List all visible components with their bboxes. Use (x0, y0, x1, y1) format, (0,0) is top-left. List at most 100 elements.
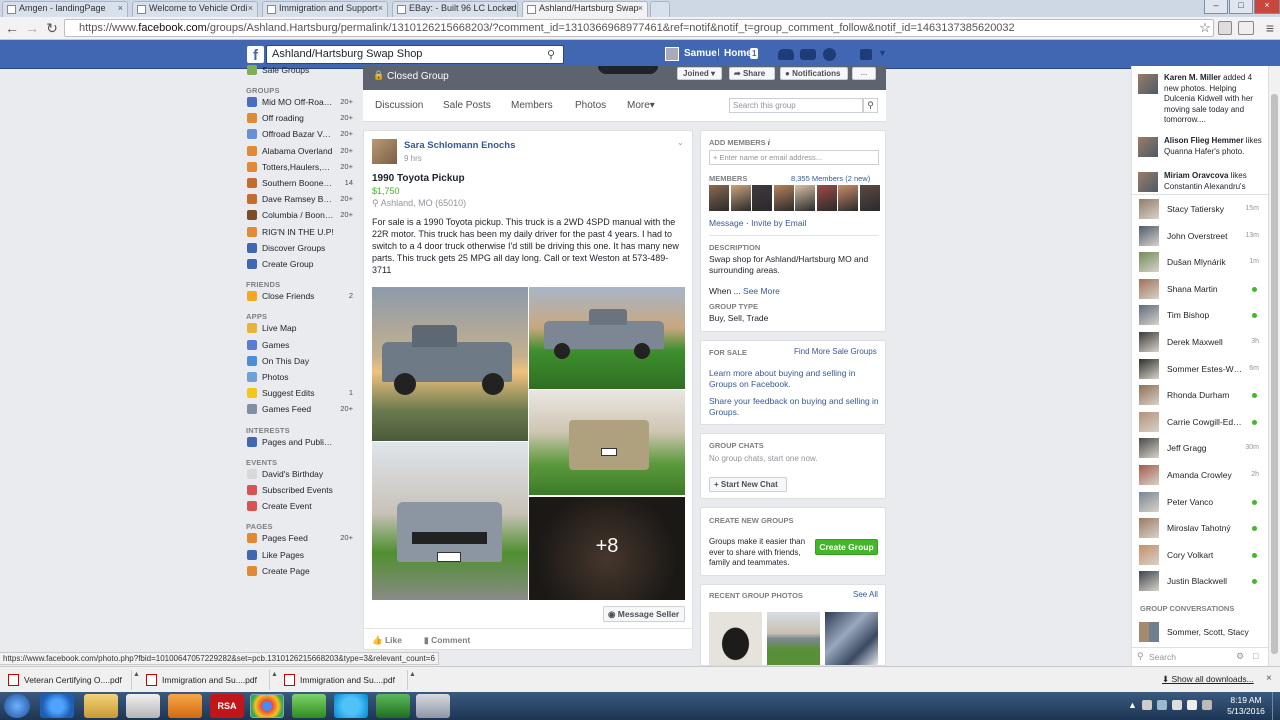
member-avatar[interactable] (838, 185, 858, 211)
left-nav-item[interactable]: David's Birthday (245, 468, 353, 482)
left-nav-item[interactable]: On This Day (245, 355, 353, 369)
left-nav-item[interactable]: Offroad Bazar Veci... 20+ (245, 128, 353, 142)
reload-button[interactable]: ↻ (44, 20, 60, 36)
chat-contact[interactable]: Jeff Gragg 30m (1139, 438, 1267, 460)
chat-contact[interactable]: Miroslav Tahotný (1139, 518, 1267, 540)
post-author-link[interactable]: Sara Schlomann Enochs (404, 140, 515, 151)
maximize-window-button[interactable]: □ (1229, 0, 1253, 14)
member-avatar[interactable] (859, 185, 880, 211)
clock-date[interactable]: 5/13/2016 (1224, 706, 1268, 716)
chat-contact[interactable]: Stacy Tatiersky 15m (1139, 199, 1267, 221)
back-button[interactable]: ← (4, 20, 20, 36)
left-nav-item[interactable]: Pages Feed 20+ (245, 532, 353, 546)
chat-contact[interactable]: John Overstreet 13m (1139, 225, 1267, 248)
info-icon[interactable]: i (768, 138, 770, 147)
member-avatar[interactable] (773, 185, 794, 211)
chat-contact[interactable]: Peter Vanco (1139, 491, 1267, 514)
chat-contact[interactable]: Rhonda Durham (1139, 385, 1267, 407)
facebook-search-input[interactable]: Ashland/Hartsburg Swap Shop ⚲ (266, 45, 564, 64)
chat-contact[interactable]: Derek Maxwell 3h (1139, 332, 1267, 354)
bookmark-star-icon[interactable]: ☆ (1197, 20, 1213, 36)
app-icon[interactable] (416, 694, 450, 718)
close-window-button[interactable]: × (1254, 0, 1280, 14)
post-timestamp[interactable]: 9 hrs (404, 154, 422, 163)
group-search-icon[interactable]: ⚲ (863, 98, 878, 113)
tab-members[interactable]: Members (511, 100, 553, 111)
chat-contact[interactable]: Amanda Crowley 2h (1139, 465, 1267, 487)
share-feedback-link[interactable]: Share your feedback on buying and sellin… (709, 396, 879, 418)
left-nav-item[interactable]: Photos (245, 371, 353, 385)
scrollbar-thumb[interactable] (1271, 94, 1278, 654)
member-avatar[interactable] (795, 185, 815, 211)
close-downloads-icon[interactable]: × (1266, 673, 1272, 684)
left-nav-item[interactable]: Close Friends 2 (245, 290, 353, 304)
ticker-item[interactable]: Miriam Oravcova likes Constantin Alexand… (1132, 170, 1268, 192)
learn-more-link[interactable]: Learn more about buying and selling in G… (709, 368, 879, 390)
profile-name-link[interactable]: Samuel (684, 48, 720, 59)
friend-requests-icon[interactable] (778, 49, 794, 60)
message-seller-button[interactable]: ◉ Message Seller (603, 606, 685, 622)
download-menu-chevron-icon[interactable]: ▲ (409, 671, 416, 678)
left-nav-item[interactable]: Southern Boone Ch... 14 (245, 177, 353, 191)
app-icon[interactable] (292, 694, 326, 718)
home-link[interactable]: Home (724, 48, 752, 59)
tray-icon[interactable] (1142, 700, 1152, 710)
share-button[interactable]: ➦ Share (729, 67, 775, 80)
download-item[interactable]: Immigration and Su....pdf (278, 670, 408, 690)
post-options-chevron-icon[interactable]: ⌄ (677, 138, 684, 147)
file-explorer-icon[interactable] (84, 694, 118, 718)
download-menu-chevron-icon[interactable]: ▲ (133, 671, 140, 678)
see-more-link[interactable]: See More (743, 286, 780, 296)
tab-sale-posts[interactable]: Sale Posts (443, 100, 491, 111)
messages-icon[interactable] (800, 49, 816, 60)
chat-search-bar[interactable]: ⚲ Search ⚙ □ (1132, 647, 1268, 666)
see-all-photos-link[interactable]: See All (853, 590, 878, 599)
more-photos-count[interactable]: +8 (529, 535, 685, 558)
left-nav-item[interactable]: Create Group (245, 258, 353, 272)
left-nav-item[interactable]: Mid MO Off-Road ... 20+ (245, 96, 353, 110)
left-nav-item[interactable]: Subscribed Events (245, 484, 353, 498)
browser-tab[interactable]: Ashland/Hartsburg Swap × (522, 1, 648, 18)
chat-contact[interactable]: Shana Martin (1139, 278, 1267, 301)
show-desktop-button[interactable] (1272, 692, 1280, 720)
member-avatar[interactable] (709, 185, 729, 211)
chat-contact[interactable]: Dušan Mlynárik 1m (1139, 252, 1267, 274)
tab-more[interactable]: More▾ (627, 100, 655, 111)
members-count-link[interactable]: 8,355 Members (2 new) (791, 174, 870, 183)
media-player-icon[interactable] (126, 694, 160, 718)
browser-tab[interactable]: Amgen - landingPage × (2, 1, 128, 17)
start-button-icon[interactable] (4, 694, 30, 718)
left-nav-item[interactable]: Discover Groups (245, 242, 353, 256)
tray-expand-icon[interactable]: ▲ (1128, 700, 1137, 710)
close-tab-icon[interactable]: × (118, 3, 123, 13)
left-nav-item-sale-groups[interactable]: Sale Groups (245, 64, 353, 78)
left-nav-item[interactable]: Create Page (245, 565, 353, 579)
left-nav-item[interactable]: Off roading 20+ (245, 112, 353, 126)
left-nav-item[interactable]: Live Map (245, 322, 353, 336)
ticker-item[interactable]: Alison Flieg Hemmer likes Quanna Hafer's… (1132, 135, 1268, 165)
group-conversation-item[interactable]: Sommer, Scott, Stacy (1139, 622, 1267, 644)
recent-photo-truck[interactable] (767, 612, 820, 665)
more-options-button[interactable]: ... (852, 67, 876, 80)
facebook-logo-icon[interactable]: f (247, 46, 264, 64)
notifications-button[interactable]: ● Notifications (780, 67, 848, 80)
chrome-icon[interactable] (250, 694, 284, 718)
truck-photo-3[interactable] (529, 390, 685, 495)
volume-icon[interactable] (1187, 700, 1197, 710)
rsa-token-icon[interactable]: RSA (210, 694, 244, 718)
browser-tab[interactable]: Welcome to Vehicle Ordi × (132, 1, 258, 17)
chat-contact[interactable]: Justin Blackwell (1139, 571, 1267, 593)
browser-tab[interactable]: EBay: - Built 96 LC Locked × (392, 1, 518, 17)
tray-icon[interactable] (1202, 700, 1212, 710)
author-avatar[interactable] (372, 139, 397, 164)
skype-icon[interactable] (334, 694, 368, 718)
truck-photo-2[interactable] (529, 287, 685, 389)
recent-photo-shoes[interactable] (709, 612, 762, 665)
left-nav-item[interactable]: Alabama Overland 20+ (245, 145, 353, 159)
chat-contact[interactable]: Cory Volkart (1139, 544, 1267, 567)
add-members-input[interactable]: + Enter name or email address... (709, 150, 879, 165)
left-nav-item[interactable]: Games (245, 339, 353, 353)
chat-contact[interactable]: Tim Bishop (1139, 305, 1267, 327)
clock-time[interactable]: 8:19 AM (1224, 695, 1268, 705)
tab-discussion[interactable]: Discussion (375, 100, 423, 111)
